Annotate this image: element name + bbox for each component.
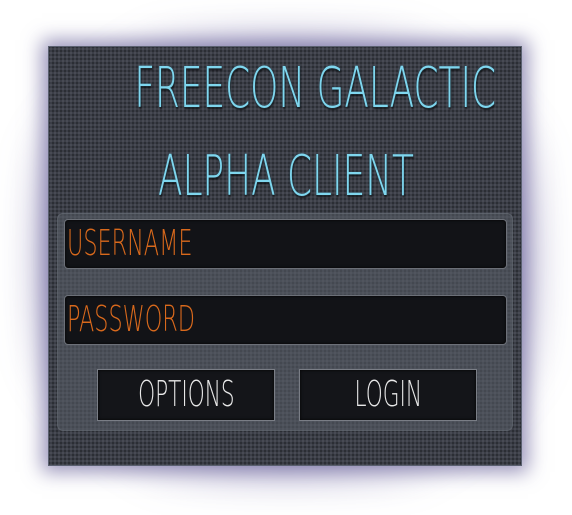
login-button[interactable]: LOGIN (299, 369, 477, 421)
login-form-panel: USERNAME PASSWORD OPTIONS LOGIN (57, 213, 513, 431)
login-window: FREECON GALACTIC ALPHA CLIENT USERNAME P… (48, 46, 522, 466)
options-button[interactable]: OPTIONS (97, 369, 275, 421)
login-button-label: LOGIN (354, 374, 422, 415)
password-field[interactable]: PASSWORD (64, 295, 507, 345)
options-button-label: OPTIONS (137, 374, 235, 415)
username-field[interactable]: USERNAME (64, 219, 507, 269)
title-line-1: FREECON GALACTIC (134, 56, 497, 121)
password-placeholder: PASSWORD (67, 299, 195, 340)
username-placeholder: USERNAME (67, 223, 193, 264)
title-line-2: ALPHA CLIENT (158, 144, 414, 209)
